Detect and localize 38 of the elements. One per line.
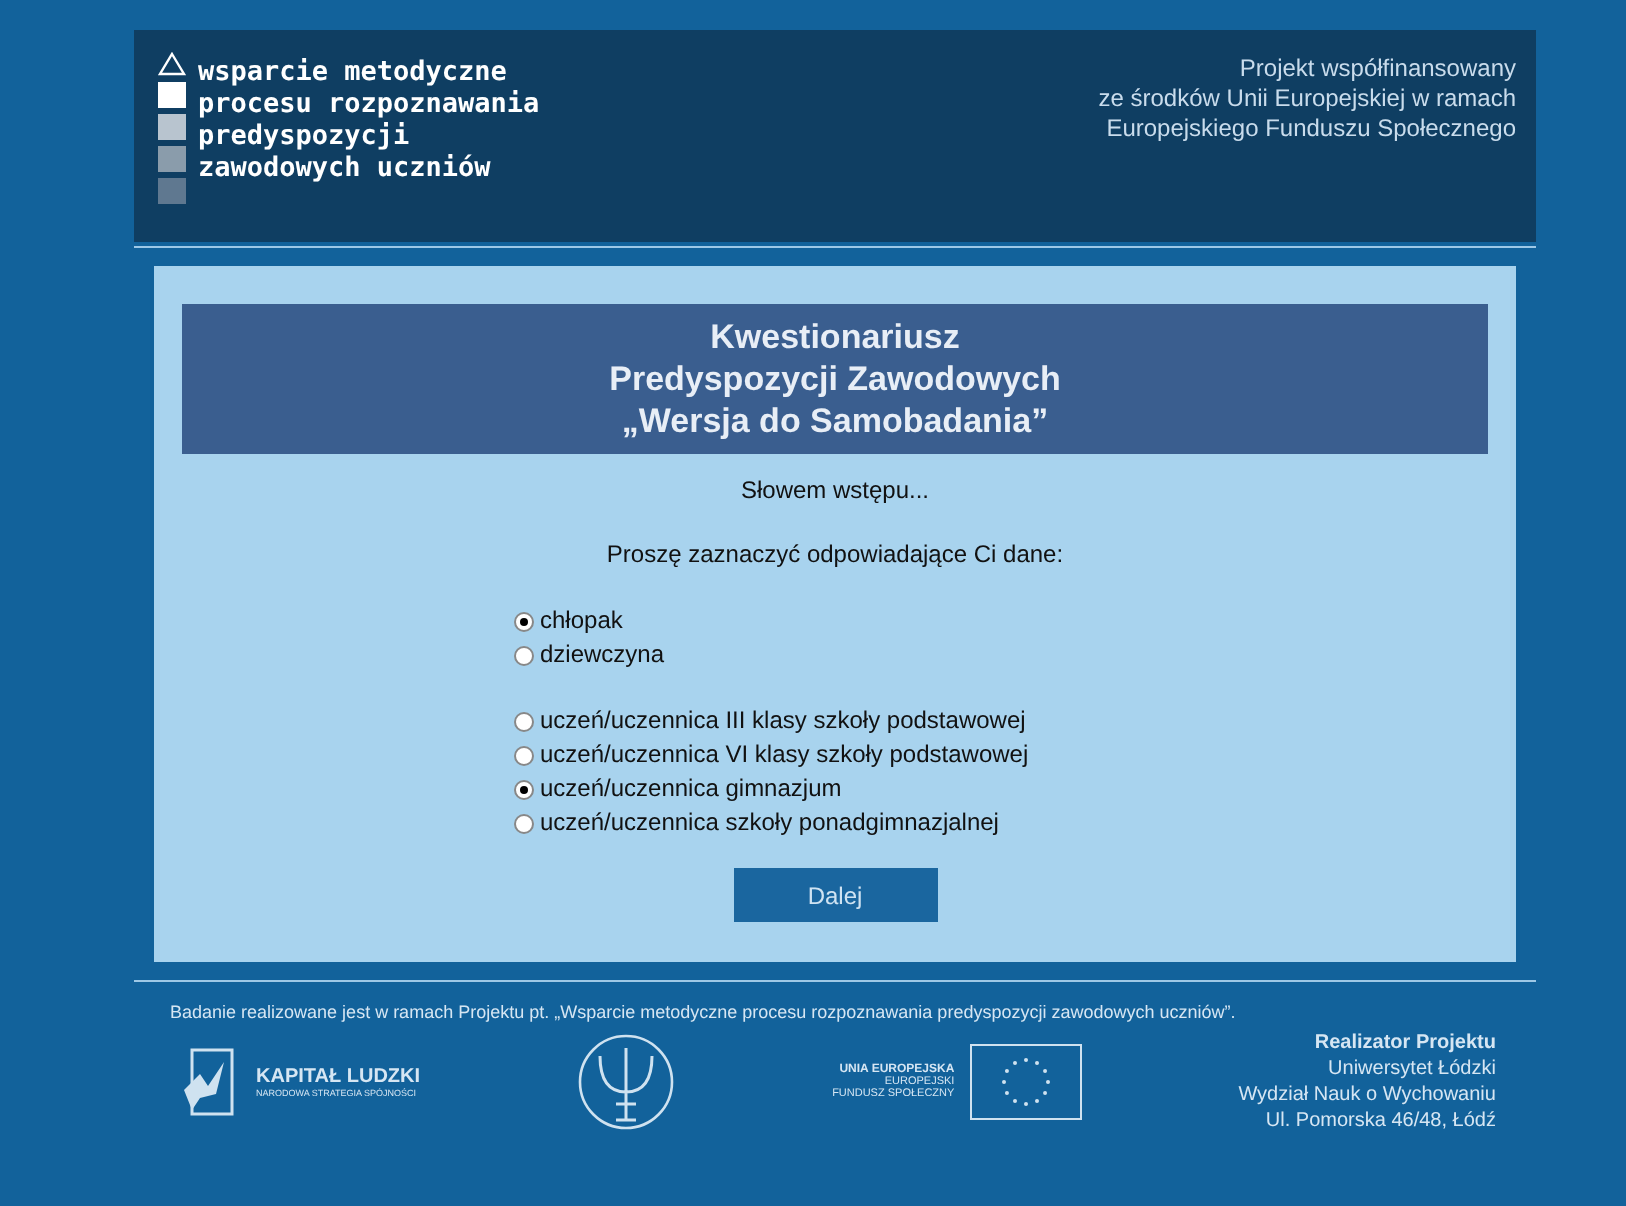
square-icon bbox=[158, 82, 186, 108]
radio-button[interactable] bbox=[514, 611, 534, 631]
realizer-text: Wydział Nauk o Wychowaniu bbox=[1238, 1082, 1496, 1108]
realizer-title: Realizator Projektu bbox=[1312, 1030, 1496, 1056]
radio-button[interactable] bbox=[514, 645, 534, 665]
logo-text: wsparcie metodyczne bbox=[198, 56, 509, 88]
cofinance-text: Europejskiego Funduszu Społecznego bbox=[1104, 114, 1516, 144]
form-title: „Wersja do Samobadania” bbox=[619, 400, 1051, 442]
radio-option[interactable]: dziewczyna bbox=[514, 638, 1488, 672]
radio-button[interactable] bbox=[514, 711, 534, 731]
radio-button[interactable] bbox=[514, 813, 534, 833]
logo-text: predyspozycji bbox=[198, 120, 412, 152]
logo-name: KAPITAŁ LUDZKI bbox=[256, 1066, 421, 1088]
form-title: Predyspozycji Zawodowych bbox=[607, 358, 1063, 400]
radio-button[interactable] bbox=[514, 779, 534, 799]
triangle-icon bbox=[158, 52, 186, 76]
footer-note: Badanie realizowane jest w ramach Projektu pt. „Wsparcie metodyczne procesu rozpoznawania predyspozycji zawodowych uczniów”. bbox=[170, 1002, 1238, 1022]
cofinance-text: ze środków Unii Europejskiej w ramach bbox=[1098, 84, 1516, 114]
cofinance-text: Projekt współfinansowany bbox=[1237, 54, 1516, 84]
next-button[interactable]: Dalej bbox=[733, 868, 937, 922]
radio-option[interactable]: uczeń/uczennica III klasy szkoły podstawowej bbox=[514, 704, 1488, 738]
logo-text: zawodowych uczniów bbox=[198, 152, 493, 184]
radio-option[interactable]: uczeń/uczennica VI klasy szkoły podstawowej bbox=[514, 738, 1488, 772]
intro-text: Słowem wstępu... bbox=[738, 476, 932, 504]
psi-emblem-icon bbox=[576, 1032, 677, 1132]
square-icon bbox=[158, 178, 186, 204]
square-icon bbox=[158, 114, 186, 140]
square-icon bbox=[158, 146, 186, 172]
radio-button[interactable] bbox=[514, 745, 534, 765]
logo-text: procesu rozpoznawania bbox=[198, 88, 540, 120]
realizer-text: Ul. Pomorska 46/48, Łódź bbox=[1263, 1108, 1496, 1134]
eu-flag-icon bbox=[970, 1044, 1083, 1120]
form-title: Kwestionariusz bbox=[708, 316, 962, 358]
radio-option[interactable]: chłopak bbox=[514, 604, 1488, 638]
radio-option[interactable]: uczeń/uczennica szkoły ponadgimnazjalnej bbox=[514, 806, 1488, 840]
prompt-text: Proszę zaznaczyć odpowiadające Ci dane: bbox=[604, 540, 1066, 568]
realizer-text: Uniwersytet Łódzki bbox=[1326, 1056, 1496, 1082]
radio-option[interactable]: uczeń/uczennica gimnazjum bbox=[514, 772, 1488, 806]
